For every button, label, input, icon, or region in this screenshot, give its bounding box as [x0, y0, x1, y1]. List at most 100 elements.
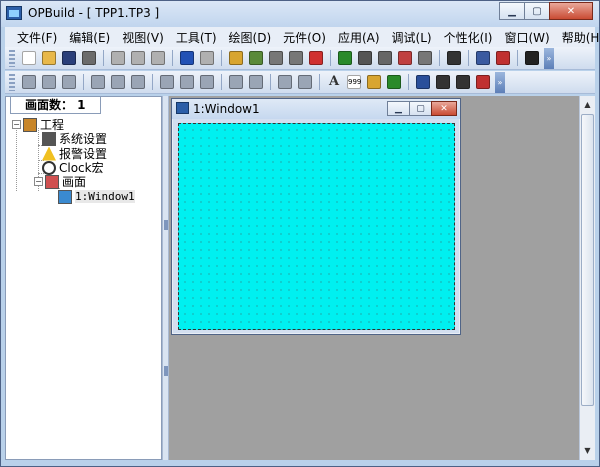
- new-file-button[interactable]: [20, 49, 38, 67]
- align-bottom-icon: [131, 75, 145, 89]
- screen-window-title-bar[interactable]: 1:Window1 ▁ ▢ ✕: [172, 99, 460, 119]
- align-right-button[interactable]: [60, 73, 78, 91]
- grid-button[interactable]: [523, 49, 541, 67]
- vertical-scrollbar[interactable]: ▲ ▼: [579, 96, 595, 460]
- tree-node[interactable]: − 画面: [34, 174, 86, 189]
- scroll-thumb[interactable]: [581, 114, 594, 406]
- scroll-up-icon[interactable]: ▲: [580, 97, 595, 113]
- button-component-icon: [367, 75, 381, 89]
- menu-components[interactable]: 元件(O): [279, 29, 334, 46]
- menu-file[interactable]: 文件(F): [13, 29, 65, 46]
- align-top-button[interactable]: [89, 73, 107, 91]
- tools-button[interactable]: [356, 49, 374, 67]
- child-close-button[interactable]: ✕: [431, 101, 457, 116]
- same-width-button[interactable]: [158, 73, 176, 91]
- bar-graph-button[interactable]: [434, 73, 452, 91]
- clock-icon: [447, 51, 461, 65]
- menu-view[interactable]: 视图(V): [118, 29, 172, 46]
- tree-node[interactable]: 系统设置: [40, 131, 107, 146]
- bring-front-button[interactable]: [276, 73, 294, 91]
- tree-node[interactable]: 1:Window1: [56, 189, 135, 204]
- title-bar[interactable]: OPBuild - [ TPP1.TP3 ] ▁ ▢ ✕: [1, 1, 599, 27]
- trend-chart-button[interactable]: [414, 73, 432, 91]
- undo-button[interactable]: [178, 49, 196, 67]
- redo-button[interactable]: [198, 49, 216, 67]
- open-folder-button[interactable]: [40, 49, 58, 67]
- project-tree-panel: 画面数： 1 − 工程 系统设置 报警设置 Clock宏 − 画面 1:Window1: [5, 96, 162, 460]
- scroll-down-icon[interactable]: ▼: [580, 443, 595, 459]
- toolbar-grip[interactable]: [9, 73, 15, 91]
- keyboard-button[interactable]: [474, 49, 492, 67]
- copy-button[interactable]: [129, 49, 147, 67]
- screen-window-title: 1:Window1: [193, 102, 260, 116]
- toolbar-grip[interactable]: [9, 49, 15, 67]
- screens-icon: [45, 174, 59, 189]
- window-icon: [176, 102, 189, 114]
- component-d-button[interactable]: [287, 49, 305, 67]
- copy-icon: [131, 51, 145, 65]
- align-center-button[interactable]: [40, 73, 58, 91]
- compile-button[interactable]: [336, 49, 354, 67]
- maximize-button[interactable]: ▢: [524, 2, 550, 20]
- menu-help[interactable]: 帮助(H): [558, 29, 600, 46]
- menu-tools[interactable]: 工具(T): [172, 29, 225, 46]
- settings-b-button[interactable]: [396, 49, 414, 67]
- clock-button[interactable]: [445, 49, 463, 67]
- print-icon: [82, 51, 96, 65]
- function-key-button[interactable]: [474, 73, 492, 91]
- same-height-button[interactable]: [178, 73, 196, 91]
- toolbar-overflow-icon[interactable]: »: [544, 47, 554, 69]
- send-back-icon: [298, 75, 312, 89]
- lamp-button[interactable]: [385, 73, 403, 91]
- tools-icon: [358, 51, 372, 65]
- tree-expander-icon[interactable]: −: [12, 120, 21, 129]
- numeric-display-icon: 999: [347, 75, 361, 89]
- child-maximize-button[interactable]: ▢: [409, 101, 432, 116]
- align-bottom-button[interactable]: [129, 73, 147, 91]
- component-a-button[interactable]: [227, 49, 245, 67]
- button-component-button[interactable]: [365, 73, 383, 91]
- toolbar-overflow-icon[interactable]: »: [495, 71, 505, 93]
- align-left-button[interactable]: [20, 73, 38, 91]
- save-icon: [62, 51, 76, 65]
- menu-draw[interactable]: 绘图(D): [225, 29, 280, 46]
- child-minimize-button[interactable]: ▁: [387, 101, 410, 116]
- delete-component-button[interactable]: [307, 49, 325, 67]
- cut-icon: [111, 51, 125, 65]
- component-b-icon: [249, 51, 263, 65]
- cut-button[interactable]: [109, 49, 127, 67]
- screen-window-controls: ▁ ▢ ✕: [387, 101, 457, 116]
- menu-personalize[interactable]: 个性化(I): [440, 29, 501, 46]
- meter-button[interactable]: [454, 73, 472, 91]
- save-button[interactable]: [60, 49, 78, 67]
- unlock-button[interactable]: [247, 73, 265, 91]
- menu-edit[interactable]: 编辑(E): [65, 29, 118, 46]
- numeric-display-button[interactable]: 999: [345, 73, 363, 91]
- minimize-button[interactable]: ▁: [499, 2, 525, 20]
- download-button[interactable]: [494, 49, 512, 67]
- send-back-button[interactable]: [296, 73, 314, 91]
- link-button[interactable]: [416, 49, 434, 67]
- settings-a-button[interactable]: [376, 49, 394, 67]
- close-button[interactable]: ✕: [549, 2, 593, 20]
- menu-window[interactable]: 窗口(W): [500, 29, 557, 46]
- tree-expander-icon[interactable]: −: [34, 177, 43, 186]
- lock-button[interactable]: [227, 73, 245, 91]
- align-middle-button[interactable]: [109, 73, 127, 91]
- undo-icon: [180, 51, 194, 65]
- text-button[interactable]: A: [325, 73, 343, 91]
- same-size-button[interactable]: [198, 73, 216, 91]
- link-icon: [418, 51, 432, 65]
- component-b-button[interactable]: [247, 49, 265, 67]
- toolbar-separator: [221, 74, 222, 90]
- menu-debug[interactable]: 调试(L): [388, 29, 440, 46]
- component-c-button[interactable]: [267, 49, 285, 67]
- screen-count-tab[interactable]: 画面数： 1: [10, 97, 101, 114]
- menu-application[interactable]: 应用(A): [334, 29, 388, 46]
- design-canvas[interactable]: [178, 123, 455, 330]
- paste-icon: [151, 51, 165, 65]
- tree-node[interactable]: − 工程: [12, 117, 64, 132]
- print-button[interactable]: [80, 49, 98, 67]
- paste-button[interactable]: [149, 49, 167, 67]
- panel-splitter[interactable]: [162, 96, 169, 460]
